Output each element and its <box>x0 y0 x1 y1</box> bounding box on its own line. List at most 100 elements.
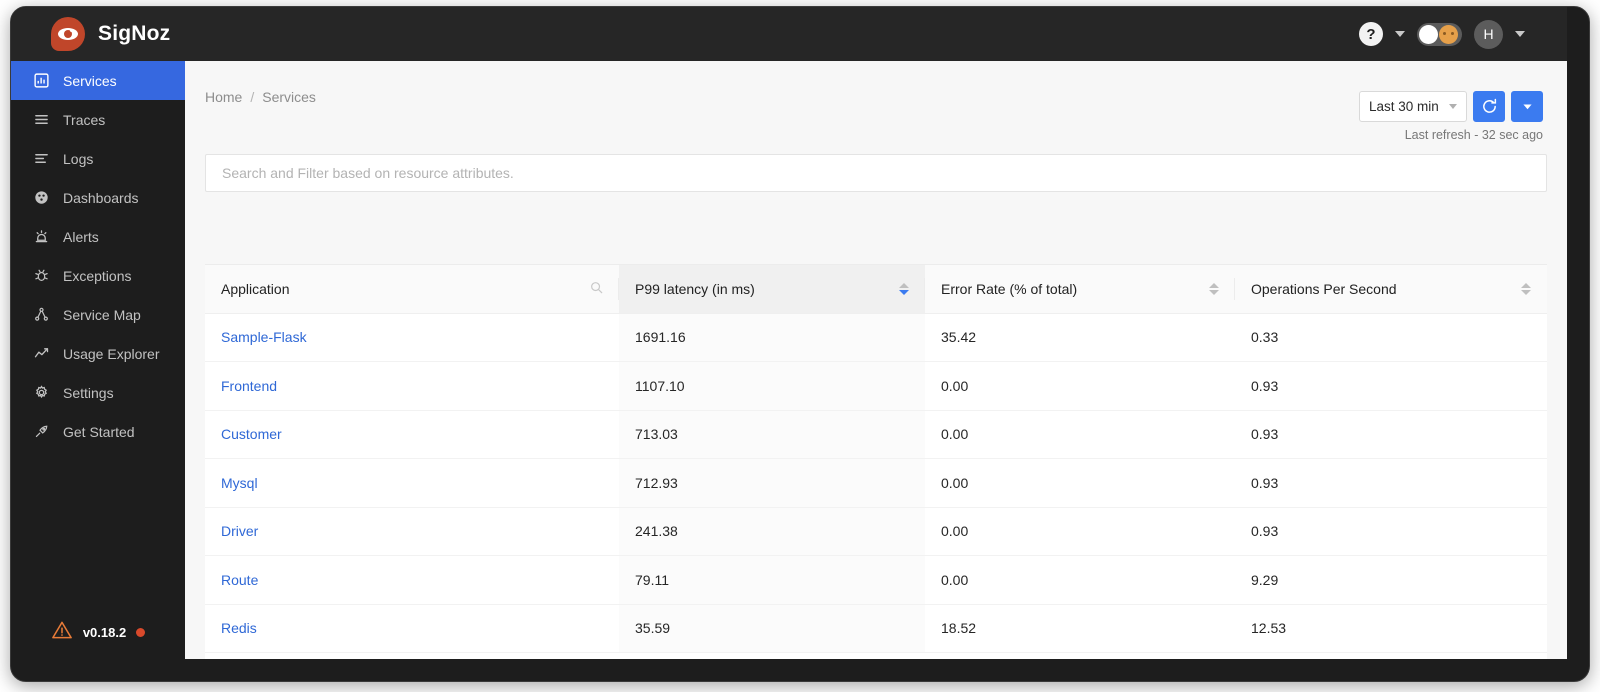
avatar-chevron-down-icon[interactable] <box>1515 31 1525 37</box>
cell-error-rate: 0.00 <box>925 458 1235 508</box>
cell-p99: 1107.10 <box>619 361 925 411</box>
time-range-controls: Last 30 min <box>1359 91 1543 122</box>
table-row[interactable]: Frontend 1107.10 0.00 0.93 <box>205 361 1547 411</box>
table-row[interactable]: Mysql 712.93 0.00 0.93 <box>205 458 1547 508</box>
column-label: Application <box>221 280 290 297</box>
table-body: Sample-Flask 1691.16 35.42 0.33 Frontend… <box>205 313 1547 653</box>
breadcrumb-separator: / <box>250 89 255 105</box>
table-row[interactable]: Customer 713.03 0.00 0.93 <box>205 410 1547 459</box>
sidebar-item-label: Usage Explorer <box>63 345 160 362</box>
cell-error-rate: 0.00 <box>925 410 1235 459</box>
warning-triangle-icon <box>51 620 73 645</box>
avatar[interactable]: H <box>1474 19 1503 49</box>
version-label: v0.18.2 <box>82 625 127 640</box>
service-link[interactable]: Sample-Flask <box>221 329 307 345</box>
node-graph-icon <box>33 307 49 323</box>
help-chevron-down-icon[interactable] <box>1395 31 1405 37</box>
sidebar-item-settings[interactable]: Settings <box>11 373 185 412</box>
sidebar-item-label: Traces <box>63 111 106 128</box>
chevron-down-icon <box>1449 104 1457 109</box>
cell-error-rate: 35.42 <box>925 313 1235 362</box>
table-header-row: Application P99 latency (in ms) Error Ra… <box>205 265 1547 314</box>
search-input[interactable]: Search and Filter based on resource attr… <box>205 154 1547 192</box>
table-row[interactable]: Driver 241.38 0.00 0.93 <box>205 507 1547 556</box>
cell-error-rate: 18.52 <box>925 604 1235 653</box>
search-placeholder: Search and Filter based on resource attr… <box>222 165 514 181</box>
cell-ops: 9.29 <box>1235 555 1547 605</box>
cell-ops: 0.33 <box>1235 313 1547 362</box>
breadcrumb-services[interactable]: Services <box>262 89 316 105</box>
line-chart-icon <box>33 346 49 362</box>
column-header-application[interactable]: Application <box>205 265 619 314</box>
sidebar-item-services[interactable]: Services <box>11 61 185 100</box>
sidebar-item-traces[interactable]: Traces <box>11 100 185 139</box>
table-row[interactable]: Sample-Flask 1691.16 35.42 0.33 <box>205 313 1547 362</box>
search-icon[interactable] <box>590 281 603 297</box>
sidebar-item-label: Logs <box>63 150 94 167</box>
refresh-circle-icon <box>1481 98 1498 115</box>
top-bar: SigNoz ? H <box>11 7 1567 61</box>
last-refresh-text: Last refresh - 32 sec ago <box>1404 128 1543 142</box>
service-link[interactable]: Frontend <box>221 378 277 394</box>
refresh-button[interactable] <box>1473 91 1505 122</box>
brand-logo-area[interactable]: SigNoz <box>51 17 170 51</box>
browser-window: SigNoz ? H Services Traces Logs Dashboar… <box>10 6 1590 682</box>
rocket-icon <box>33 424 49 440</box>
breadcrumb: Home / Services <box>205 89 316 105</box>
cell-ops: 0.93 <box>1235 361 1547 411</box>
theme-toggle-switch[interactable] <box>1417 22 1462 46</box>
sort-toggle-error-rate[interactable] <box>1209 282 1219 295</box>
sidebar-item-usage-explorer[interactable]: Usage Explorer <box>11 334 185 373</box>
app-viewport: SigNoz ? H Services Traces Logs Dashboar… <box>11 7 1567 659</box>
cell-error-rate: 0.00 <box>925 555 1235 605</box>
column-header-operations-per-second[interactable]: Operations Per Second <box>1235 265 1547 314</box>
sidebar-item-label: Settings <box>63 384 114 401</box>
gear-icon <box>33 385 49 401</box>
service-link[interactable]: Redis <box>221 620 257 636</box>
service-link[interactable]: Driver <box>221 523 258 539</box>
main-content: Home / Services Last 30 min Last refresh… <box>185 61 1567 659</box>
sort-toggle-ops[interactable] <box>1521 282 1531 295</box>
table-row[interactable]: Redis 35.59 18.52 12.53 <box>205 604 1547 653</box>
cell-p99: 241.38 <box>619 507 925 556</box>
cell-p99: 713.03 <box>619 410 925 459</box>
refresh-options-button[interactable] <box>1511 91 1543 122</box>
table-row[interactable]: Route 79.11 0.00 9.29 <box>205 555 1547 605</box>
menu-lines-icon <box>33 112 49 128</box>
sidebar-item-service-map[interactable]: Service Map <box>11 295 185 334</box>
cell-p99: 1691.16 <box>619 313 925 362</box>
column-label: Error Rate (% of total) <box>941 280 1078 297</box>
sort-toggle-p99[interactable] <box>899 282 909 295</box>
sidebar: Services Traces Logs Dashboards Alerts E… <box>11 61 185 659</box>
sidebar-item-logs[interactable]: Logs <box>11 139 185 178</box>
services-table: Application P99 latency (in ms) Error Ra… <box>205 264 1547 659</box>
service-link[interactable]: Route <box>221 572 258 588</box>
sidebar-item-dashboards[interactable]: Dashboards <box>11 178 185 217</box>
sidebar-item-get-started[interactable]: Get Started <box>11 412 185 451</box>
dashboard-grid-icon <box>33 190 49 206</box>
service-link[interactable]: Customer <box>221 426 282 442</box>
caret-down-icon <box>1521 100 1534 113</box>
cell-ops: 12.53 <box>1235 604 1547 653</box>
sidebar-item-label: Service Map <box>63 306 141 323</box>
cell-ops: 0.93 <box>1235 507 1547 556</box>
sidebar-item-label: Exceptions <box>63 267 132 284</box>
help-icon[interactable]: ? <box>1359 22 1383 46</box>
sidebar-item-alerts[interactable]: Alerts <box>11 217 185 256</box>
cell-error-rate: 0.00 <box>925 507 1235 556</box>
bug-icon <box>33 268 49 284</box>
cell-ops: 0.93 <box>1235 410 1547 459</box>
column-header-error-rate[interactable]: Error Rate (% of total) <box>925 265 1235 314</box>
topbar-actions: ? H <box>1359 7 1525 61</box>
cell-error-rate: 0.00 <box>925 361 1235 411</box>
cell-p99: 712.93 <box>619 458 925 508</box>
theme-sun-icon <box>1439 24 1458 44</box>
breadcrumb-home[interactable]: Home <box>205 89 242 105</box>
sidebar-item-label: Get Started <box>63 423 135 440</box>
column-header-p99-latency[interactable]: P99 latency (in ms) <box>619 265 925 314</box>
version-status-dot <box>136 628 146 637</box>
service-link[interactable]: Mysql <box>221 475 258 491</box>
time-range-select[interactable]: Last 30 min <box>1359 91 1467 122</box>
sidebar-item-label: Dashboards <box>63 189 139 206</box>
sidebar-item-exceptions[interactable]: Exceptions <box>11 256 185 295</box>
